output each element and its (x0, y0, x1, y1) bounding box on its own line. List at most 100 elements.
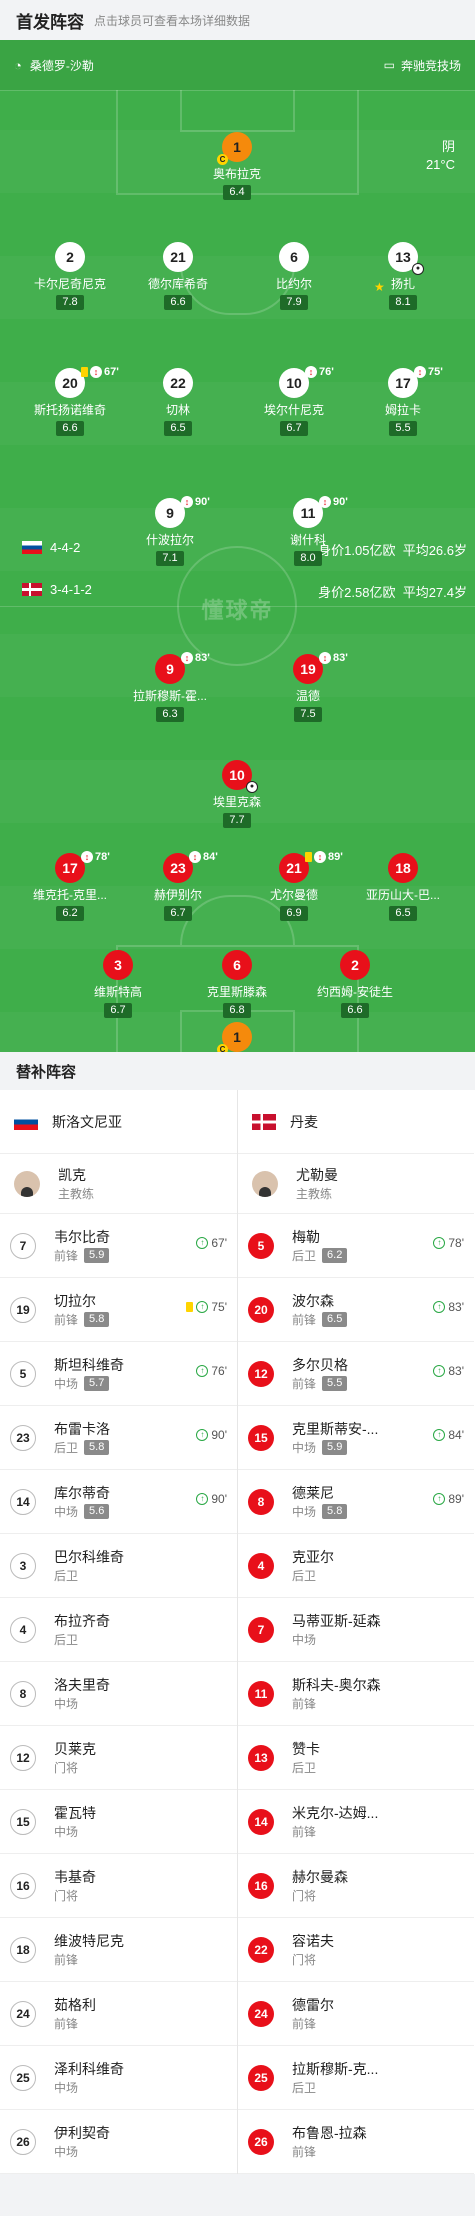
sub-in-icon: ↑ (196, 1493, 209, 1505)
sub-event: ↑ 89' (433, 1492, 464, 1506)
sub-player-row[interactable]: 8 德莱尼 中场 5.8 ↑ 89' (238, 1470, 474, 1534)
player-rating: 5.7 (84, 1376, 110, 1391)
sub-player-row[interactable]: 7 韦尔比奇 前锋 5.9 ↑ 67' (0, 1214, 237, 1278)
home-player[interactable]: 17 ↕ 75' 姆拉卡 5.5 (348, 366, 458, 436)
sub-player-row[interactable]: 15 克里斯蒂安-... 中场 5.9 ↑ 84' (238, 1406, 474, 1470)
sub-player-row[interactable]: 4 布拉齐奇 后卫 (0, 1598, 237, 1662)
sub-in-icon: ↑ (433, 1493, 446, 1505)
player-rating: 5.9 (322, 1440, 348, 1455)
sub-player-row[interactable]: 24 德雷尔 前锋 (238, 1982, 474, 2046)
home-player[interactable]: 21 德尔库希奇 6.6 (123, 242, 233, 310)
player-number: 18 (388, 853, 418, 883)
sub-player-row[interactable]: 26 布鲁恩-拉森 前锋 (238, 2110, 474, 2174)
player-position: 门将 (292, 1951, 334, 1968)
player-number: 24 (248, 2000, 274, 2027)
sub-player-row[interactable]: 12 贝莱克 门将 (0, 1726, 237, 1790)
away-player[interactable]: 17 ↕ 78' 维克托-克里... 6.2 (15, 851, 125, 921)
away-player[interactable]: 10 ● 埃里克森 7.7 (182, 760, 292, 828)
home-player[interactable]: 22 切林 6.5 (123, 368, 233, 436)
home-player[interactable]: 9 ↕ 90' 什波拉尔 7.1 (115, 496, 225, 566)
sub-player-row[interactable]: 8 洛夫里奇 中场 (0, 1662, 237, 1726)
player-name: 洛夫里奇 (54, 1677, 110, 1693)
player-number: 26 (10, 2128, 36, 2155)
player-name: 尤尔曼德 (269, 888, 318, 902)
sub-player-row[interactable]: 25 泽利科维奇 中场 (0, 2046, 237, 2110)
sub-player-row[interactable]: 16 赫尔曼森 门将 (238, 1854, 474, 1918)
sub-player-row[interactable]: 20 波尔森 前锋 6.5 ↑ 83' (238, 1278, 474, 1342)
sub-player-row[interactable]: 16 韦基奇 门将 (0, 1854, 237, 1918)
sub-player-row[interactable]: 18 维波特尼克 前锋 (0, 1918, 237, 1982)
away-player[interactable]: 21 ↕ 89' 尤尔曼德 6.9 (239, 851, 349, 921)
weather-condition: 阴 (441, 139, 455, 154)
player-info: 多尔贝格 前锋 5.5 (292, 1355, 348, 1392)
home-player[interactable]: 1 C 奥布拉克 6.4 (182, 132, 292, 200)
home-subs-column: 斯洛文尼亚 凯克 主教练 7 韦尔比奇 前锋 5.9 ↑ 67' 19 切拉尔 前锋 5.8 ↑ 75'… (0, 1090, 237, 2174)
player-info: 韦基奇 门将 (54, 1867, 96, 1904)
avatar (14, 1170, 40, 1197)
home-player[interactable]: 13 ● ★ 扬扎 8.1 (348, 242, 458, 310)
player-info: 容诺夫 门将 (292, 1931, 334, 1968)
player-rating: 7.1 (156, 551, 184, 566)
weather: 阴 21°C (426, 138, 455, 174)
sub-player-row[interactable]: 14 米克尔-达姆... 前锋 (238, 1790, 474, 1854)
sub-player-row[interactable]: 5 斯坦科维奇 中场 5.7 ↑ 76' (0, 1342, 237, 1406)
position-label: 后卫 (292, 1761, 317, 1775)
player-events: ↕ 75' (414, 366, 443, 378)
sub-player-row[interactable]: 26 伊利契奇 中场 (0, 2110, 237, 2174)
sub-player-row[interactable]: 7 马蒂亚斯-延森 中场 (238, 1598, 474, 1662)
home-player[interactable]: 20 ↕ 67' 斯托扬诺维奇 6.6 (15, 366, 125, 436)
away-player[interactable]: 1C卡斯帕-舒梅...5.9 (182, 1022, 292, 1052)
home-coach[interactable]: 凯克 主教练 (0, 1154, 237, 1214)
sub-player-row[interactable]: 12 多尔贝格 前锋 5.5 ↑ 83' (238, 1342, 474, 1406)
home-player[interactable]: 2 卡尔尼奇尼克 7.8 (15, 242, 125, 310)
player-name: 扬扎 (390, 277, 415, 291)
player-name: 维克托-克里... (33, 888, 107, 902)
home-player[interactable]: 10 ↕ 76' 埃尔什尼克 6.7 (239, 366, 349, 436)
player-name: 赞卡 (292, 1741, 320, 1757)
sub-player-row[interactable]: 24 茹格利 前锋 (0, 1982, 237, 2046)
home-player[interactable]: 6 比约尔 7.9 (239, 242, 349, 310)
player-position: 门将 (54, 1759, 96, 1776)
player-rating: 8.0 (294, 551, 322, 566)
away-player[interactable]: 3 维斯特高 6.7 (63, 950, 173, 1018)
sub-player-row[interactable]: 3 巴尔科维奇 后卫 (0, 1534, 237, 1598)
player-events: ↕ 83' (181, 652, 210, 664)
sub-event: ↑ 83' (433, 1364, 464, 1378)
away-player[interactable]: 2 约西姆-安徒生 6.6 (300, 950, 410, 1018)
player-rating: 8.1 (389, 295, 417, 310)
away-player[interactable]: 18 亚历山大-巴... 6.5 (348, 853, 458, 921)
player-info: 德莱尼 中场 5.8 (292, 1483, 348, 1520)
sub-player-row[interactable]: 4 克亚尔 后卫 (238, 1534, 474, 1598)
away-player[interactable]: 9 ↕ 83' 拉斯穆斯-霍... 6.3 (115, 652, 225, 722)
player-number: 10 ↕ 76' (279, 366, 334, 398)
player-position: 中场 (54, 2079, 124, 2096)
player-rating: 7.5 (294, 707, 322, 722)
player-name: 德雷尔 (292, 1997, 334, 2013)
player-position: 门将 (292, 1887, 348, 1904)
sub-player-row[interactable]: 19 切拉尔 前锋 5.8 ↑ 75' (0, 1278, 237, 1342)
sub-player-row[interactable]: 22 容诺夫 门将 (238, 1918, 474, 1982)
player-info: 韦尔比奇 前锋 5.9 (54, 1227, 110, 1264)
sub-player-row[interactable]: 14 库尔蒂奇 中场 5.6 ↑ 90' (0, 1470, 237, 1534)
away-subs-column: 丹麦 尤勒曼 主教练 5 梅勒 后卫 6.2 ↑ 78' 20 波尔森 前锋 6.5 ↑ 83' 12 多尔… (237, 1090, 474, 2174)
sub-player-row[interactable]: 25 拉斯穆斯-克... 后卫 (238, 2046, 474, 2110)
player-name: 茹格利 (54, 1997, 96, 2013)
player-rating: 6.7 (280, 421, 308, 436)
sub-player-row[interactable]: 5 梅勒 后卫 6.2 ↑ 78' (238, 1214, 474, 1278)
away-coach[interactable]: 尤勒曼 主教练 (238, 1154, 474, 1214)
away-player[interactable]: 19 ↕ 83' 温德 7.5 (253, 652, 363, 722)
home-player[interactable]: 11 ↕ 90' 谢什科 8.0 (253, 496, 363, 566)
player-position: 中场 (54, 2143, 110, 2160)
player-rating: 5.5 (322, 1376, 348, 1391)
position-label: 后卫 (292, 1249, 317, 1263)
away-player[interactable]: 6 克里斯滕森 6.8 (182, 950, 292, 1018)
away-team-header: 丹麦 (238, 1090, 474, 1154)
sub-player-row[interactable]: 23 布雷卡洛 后卫 5.8 ↑ 90' (0, 1406, 237, 1470)
sub-player-row[interactable]: 11 斯科夫-奥尔森 前锋 (238, 1662, 474, 1726)
position-label: 中场 (292, 1441, 317, 1455)
player-number: 12 (248, 1360, 274, 1387)
lineup-header: 首发阵容 点击球员可查看本场详细数据 (0, 0, 475, 40)
sub-player-row[interactable]: 15 霍瓦特 中场 (0, 1790, 237, 1854)
away-player[interactable]: 23 ↕ 84' 赫伊别尔 6.7 (123, 851, 233, 921)
sub-player-row[interactable]: 13 赞卡 后卫 (238, 1726, 474, 1790)
